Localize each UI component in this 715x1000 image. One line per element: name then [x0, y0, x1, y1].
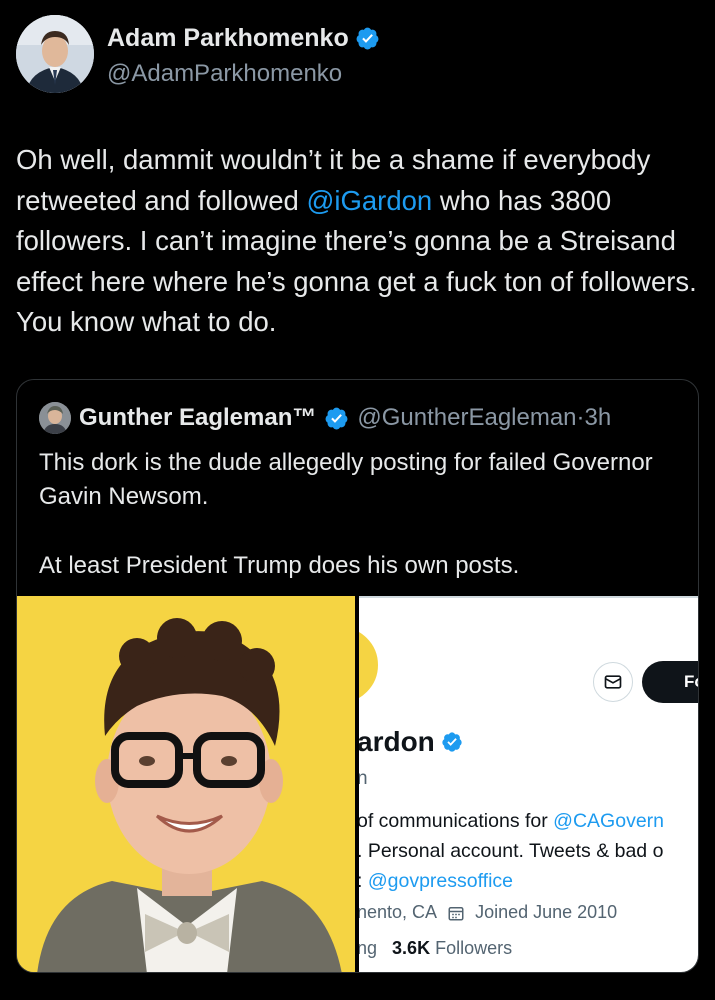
quoted-dot: ·	[576, 404, 585, 431]
quoted-tweet-card[interactable]: Gunther Eagleman™ @GuntherEagleman·3h Th…	[16, 379, 699, 973]
verified-badge-icon	[442, 732, 462, 752]
follow-button[interactable]: Fo	[642, 661, 698, 703]
bio-line-2: . Personal account. Tweets & bad o	[359, 840, 664, 862]
bio-mention-link[interactable]: @CAGovern	[553, 810, 664, 832]
tweet-mention-link[interactable]: @iGardon	[306, 185, 432, 216]
quoted-author-avatar[interactable]	[39, 402, 71, 434]
message-icon	[604, 675, 622, 689]
author-name-text[interactable]: Adam Parkhomenko	[107, 24, 349, 53]
profile-screenshot[interactable]: Fo ardon n of communications for @CAGove…	[359, 596, 698, 972]
profile-name-text: ardon	[359, 726, 435, 757]
bio-line-3-prefix: :	[359, 870, 368, 892]
followers-label[interactable]: Followers	[435, 938, 512, 958]
profile-joined: Joined June 2010	[475, 902, 618, 922]
following-fragment[interactable]: ng	[359, 938, 377, 958]
profile-banner	[359, 596, 698, 598]
verified-badge-icon	[325, 407, 348, 429]
profile-location: nento, CA	[359, 902, 438, 922]
quoted-tweet-text: This dork is the dude allegedly posting …	[39, 446, 669, 583]
bio-line-1: of communications for @CAGovern	[359, 806, 664, 836]
profile-name: ardon	[359, 726, 463, 758]
quoted-tweet-header: Gunther Eagleman™ @GuntherEagleman·3h	[39, 402, 611, 434]
bio-line-3: : @govpressoffice	[359, 866, 664, 896]
profile-bio: of communications for @CAGovern . Person…	[359, 806, 664, 896]
profile-avatar	[359, 624, 381, 706]
quoted-paragraph-1: This dork is the dude allegedly posting …	[39, 449, 653, 510]
profile-meta: nento, CA Joined June 2010	[359, 902, 617, 923]
profile-follow-stats: ng 3.6K Followers	[359, 938, 512, 959]
quoted-author-handle[interactable]: @GuntherEagleman·3h	[357, 404, 611, 432]
quoted-media[interactable]: Fo ardon n of communications for @CAGove…	[17, 596, 698, 972]
portrait-photo[interactable]	[17, 596, 355, 972]
quoted-handle-text[interactable]: @GuntherEagleman	[357, 404, 576, 431]
quoted-author-name[interactable]: Gunther Eagleman™	[79, 404, 316, 432]
bio-office-link[interactable]: @govpressoffice	[368, 870, 513, 892]
message-button[interactable]	[593, 662, 633, 702]
calendar-icon	[448, 906, 464, 920]
author-avatar[interactable]	[16, 15, 94, 93]
author-name[interactable]: Adam Parkhomenko	[107, 24, 380, 53]
followers-count[interactable]: 3.6K	[392, 938, 430, 958]
bio-line-1-text: of communications for	[359, 810, 554, 832]
author-handle[interactable]: @AdamParkhomenko	[107, 60, 342, 88]
tweet-text: Oh well, dammit wouldn’t it be a shame i…	[16, 140, 706, 343]
verified-badge-icon	[356, 27, 379, 50]
profile-handle-fragment: n	[359, 768, 368, 790]
quoted-timestamp[interactable]: 3h	[585, 404, 612, 431]
quoted-paragraph-2: At least President Trump does his own po…	[39, 552, 520, 579]
